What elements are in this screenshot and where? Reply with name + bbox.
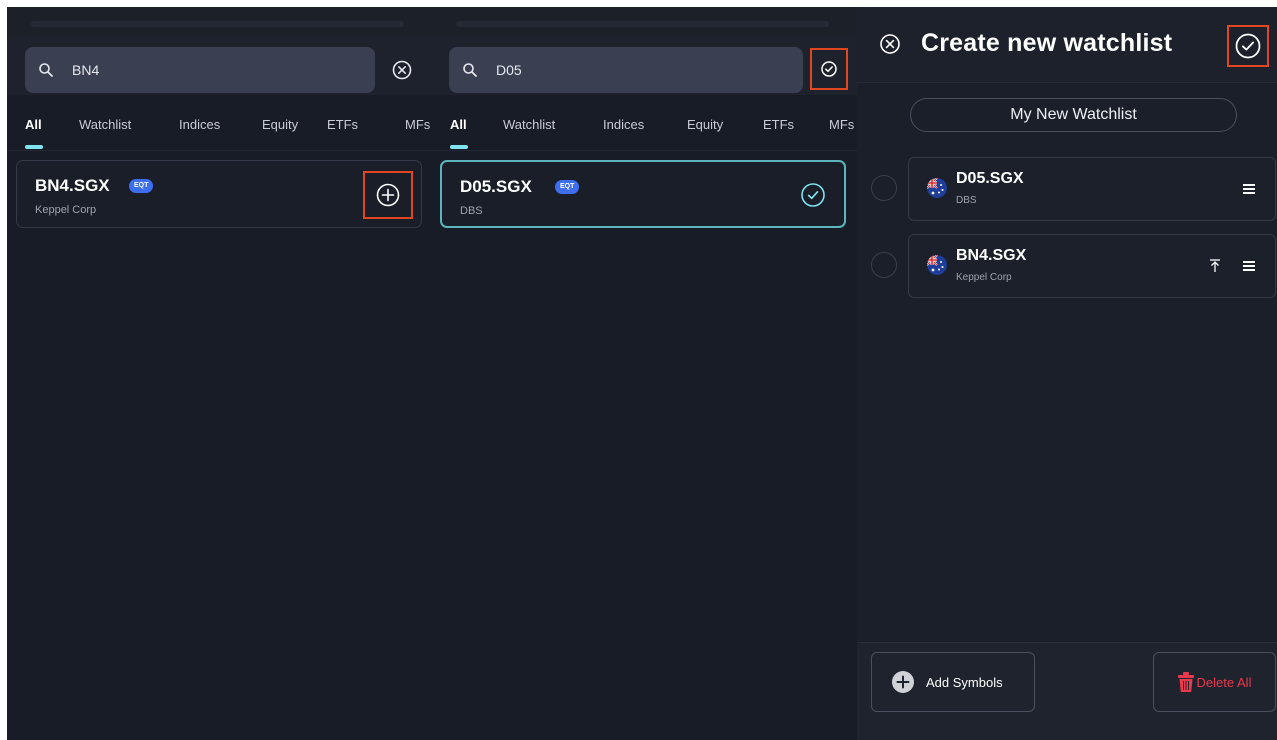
drag-handle-icon[interactable] [1243, 261, 1255, 271]
active-tab-indicator [25, 145, 43, 149]
search-bar-area [432, 37, 857, 95]
tab-equity[interactable]: Equity [687, 117, 723, 132]
tab-all[interactable]: All [450, 117, 467, 132]
watchlist-footer: Add Symbols Delete All [857, 642, 1277, 740]
selected-check-icon[interactable] [800, 182, 826, 208]
delete-all-button[interactable]: Delete All [1153, 652, 1276, 712]
search-icon [463, 63, 477, 77]
tab-indices[interactable]: Indices [179, 117, 220, 132]
background-header [432, 7, 857, 41]
tab-indices[interactable]: Indices [603, 117, 644, 132]
page-title: Create new watchlist [921, 29, 1173, 57]
search-input[interactable] [496, 62, 746, 78]
item-name: Keppel Corp [956, 272, 1012, 283]
tab-all[interactable]: All [25, 117, 42, 132]
create-watchlist-header: Create new watchlist [857, 7, 1277, 83]
delete-all-label: Delete All [1196, 674, 1252, 690]
plus-circle-icon [376, 183, 400, 207]
watchlist-name-field[interactable]: My New Watchlist [910, 98, 1237, 132]
tab-etfs[interactable]: ETFs [763, 117, 794, 132]
search-panel-d05: All Watchlist Indices Equity ETFs MFs D0… [432, 7, 857, 740]
drag-handle-icon[interactable] [1243, 184, 1255, 194]
trash-icon [1177, 672, 1194, 692]
clear-search-icon[interactable] [391, 59, 413, 81]
equity-badge: EQT [129, 179, 154, 193]
result-symbol: D05.SGX [460, 177, 532, 196]
tab-etfs[interactable]: ETFs [327, 117, 358, 132]
active-tab-indicator [450, 145, 468, 149]
search-icon [39, 63, 53, 77]
background-header [7, 7, 432, 41]
result-name: Keppel Corp [35, 204, 97, 216]
tab-equity[interactable]: Equity [262, 117, 298, 132]
flag-icon [927, 178, 947, 198]
check-circle-icon [821, 61, 837, 77]
watchlist-item: BN4.SGX Keppel Corp [857, 234, 1277, 298]
save-watchlist-button[interactable] [1227, 25, 1269, 67]
tab-watchlist[interactable]: Watchlist [503, 117, 555, 132]
close-icon[interactable] [879, 33, 901, 55]
filter-tabs: All Watchlist Indices Equity ETFs MFs [432, 107, 857, 151]
search-bar-area [7, 37, 432, 95]
search-result-card-selected[interactable]: D05.SGX EQT DBS [440, 160, 846, 228]
screen: All Watchlist Indices Equity ETFs MFs BN… [7, 7, 1277, 740]
equity-badge: EQT [555, 180, 580, 194]
create-watchlist-panel: Create new watchlist My New Watchlist D0… [857, 7, 1277, 740]
tab-watchlist[interactable]: Watchlist [79, 117, 131, 132]
add-to-watchlist-button[interactable] [363, 171, 413, 219]
flag-icon [927, 255, 947, 275]
item-symbol: D05.SGX [956, 170, 1024, 187]
pin-to-top-icon[interactable] [1210, 259, 1220, 273]
tab-mfs[interactable]: MFs [405, 117, 430, 132]
search-input[interactable] [72, 62, 322, 78]
watchlist-item: D05.SGX DBS [857, 157, 1277, 221]
confirm-selection-button[interactable] [810, 48, 848, 90]
search-field[interactable] [25, 47, 375, 93]
add-symbols-label: Add Symbols [926, 674, 1003, 690]
result-name: DBS [460, 205, 483, 217]
result-symbol: BN4.SGX [35, 176, 110, 195]
watchlist-item-card[interactable]: D05.SGX DBS [908, 157, 1276, 221]
search-field[interactable] [449, 47, 803, 93]
item-name: DBS [956, 195, 977, 206]
plus-circle-icon [892, 671, 914, 693]
tab-mfs[interactable]: MFs [829, 117, 854, 132]
select-radio[interactable] [871, 252, 897, 278]
filter-tabs: All Watchlist Indices Equity ETFs MFs [7, 107, 432, 151]
add-symbols-button[interactable]: Add Symbols [871, 652, 1035, 712]
search-result-card[interactable]: BN4.SGX EQT Keppel Corp [16, 160, 422, 228]
check-circle-icon [1235, 33, 1261, 59]
search-panel-bn4: All Watchlist Indices Equity ETFs MFs BN… [7, 7, 432, 740]
item-symbol: BN4.SGX [956, 247, 1027, 264]
watchlist-item-card[interactable]: BN4.SGX Keppel Corp [908, 234, 1276, 298]
select-radio[interactable] [871, 175, 897, 201]
